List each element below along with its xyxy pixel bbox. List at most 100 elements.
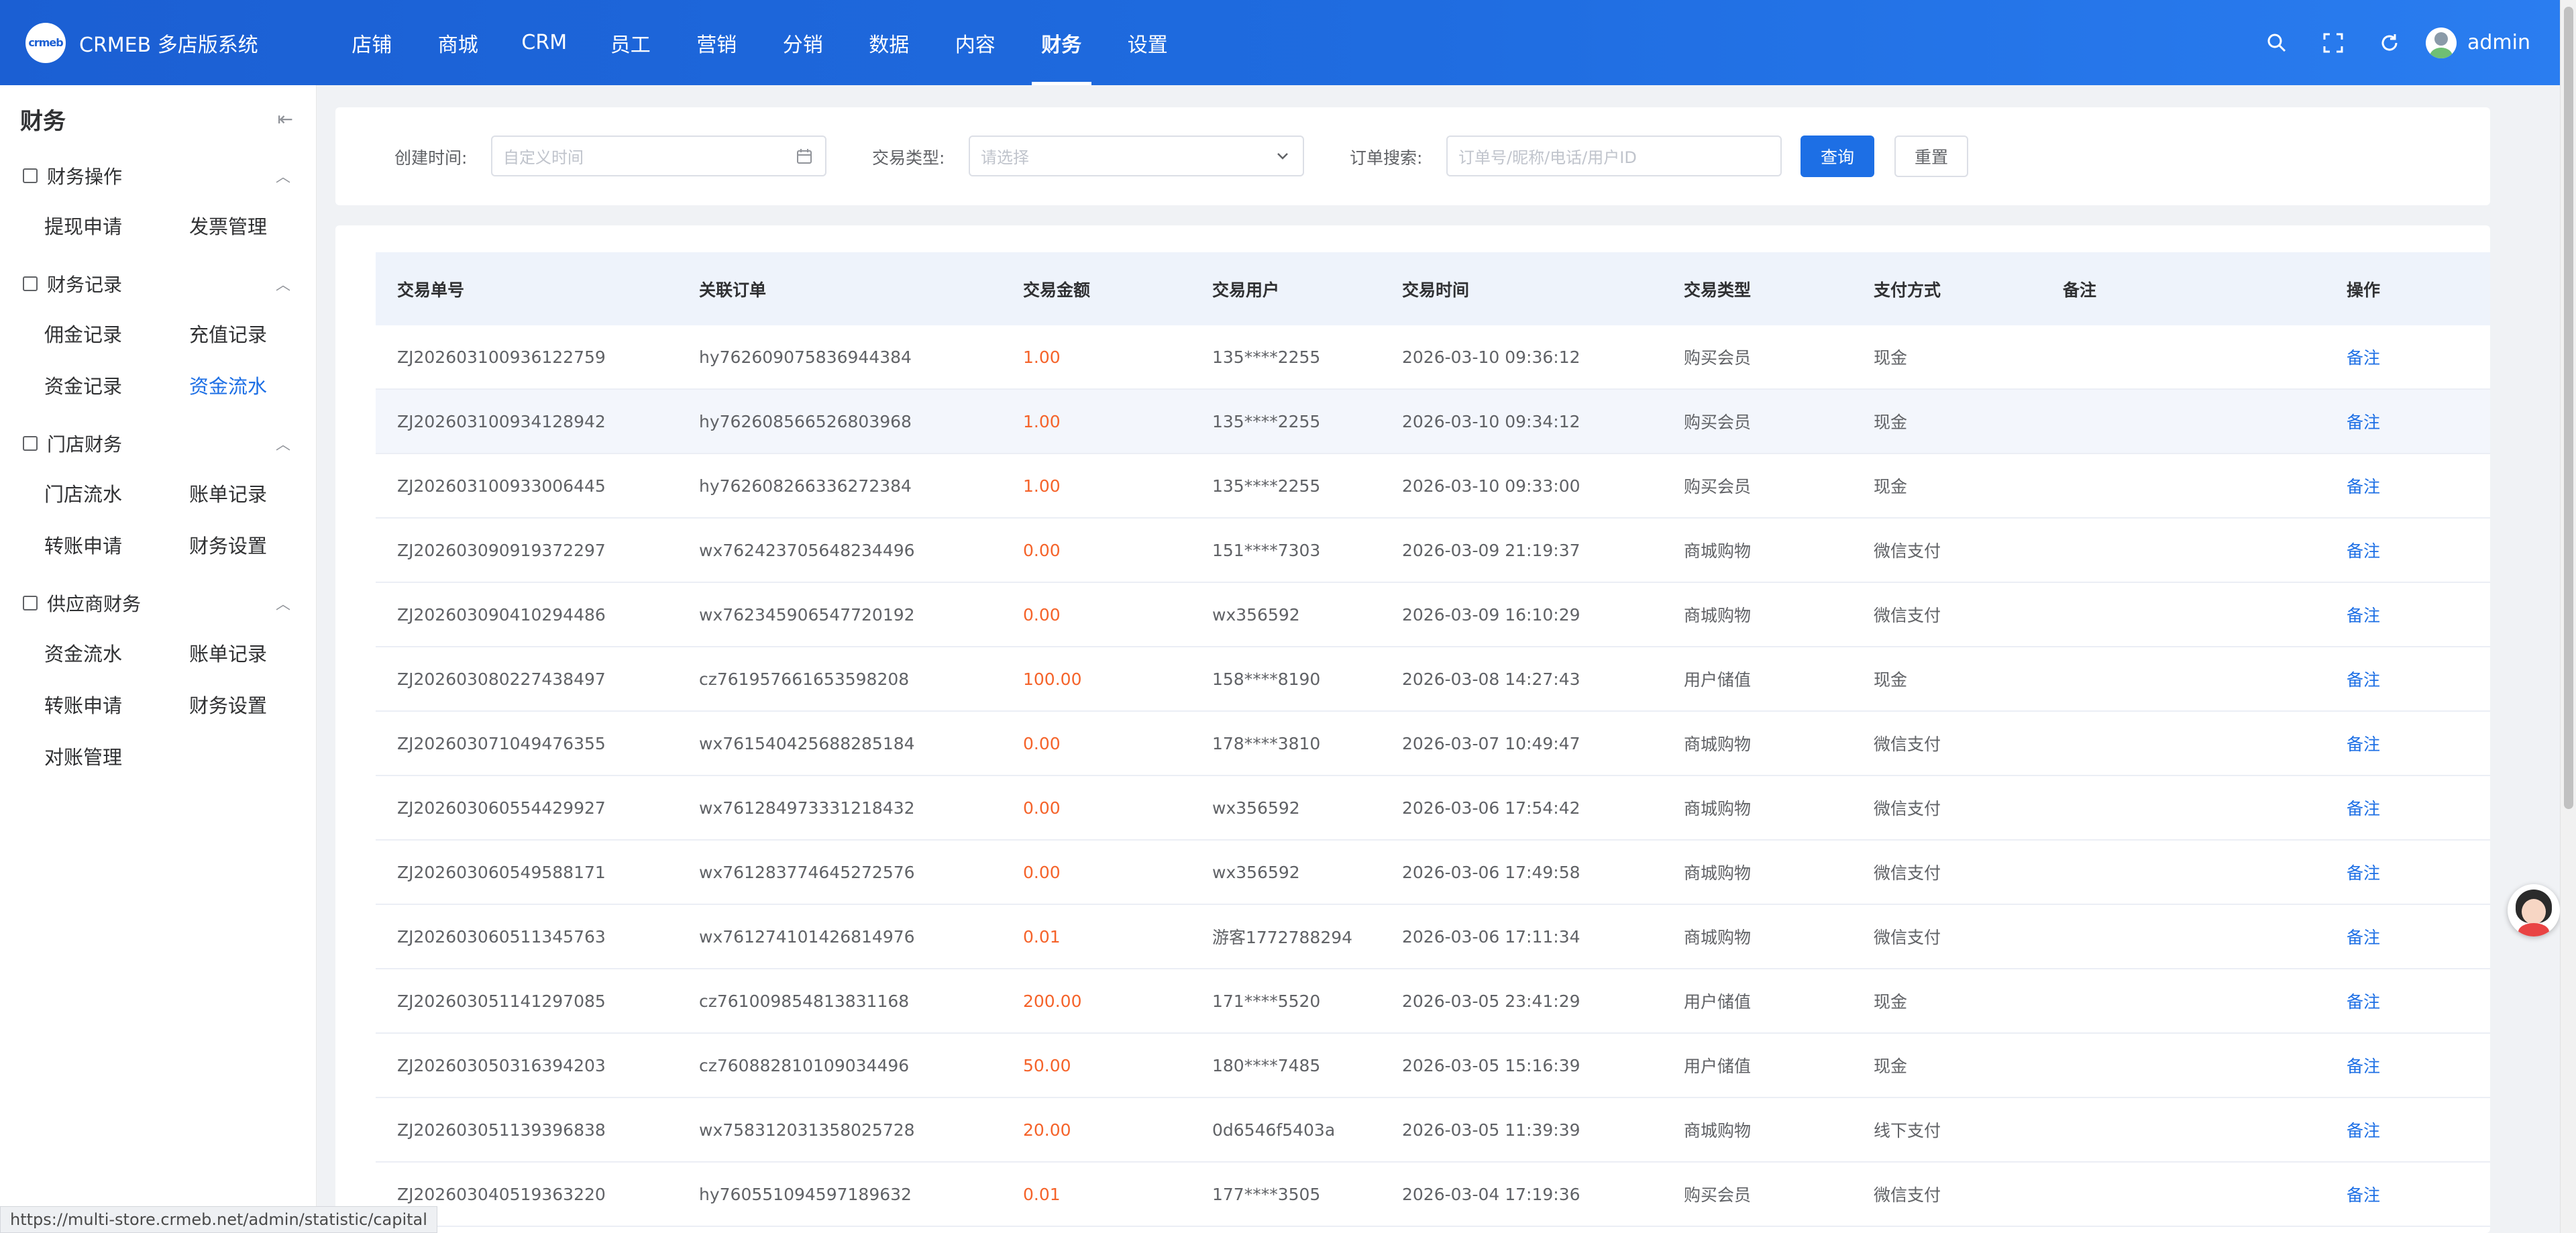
reset-button[interactable]: 重置 xyxy=(1894,136,1968,177)
table-cell: 微信支付 xyxy=(1874,863,1941,883)
remark-link[interactable]: 备注 xyxy=(2347,1121,2380,1140)
top-header: crmeb CRMEB 多店版系统 店铺 商城 CRM 员工 营销 分销 数据 内容 财务 设置 … xyxy=(0,0,2560,85)
action-cell: 备注 xyxy=(2225,667,2442,691)
nav-item-5[interactable]: 分销 xyxy=(760,0,847,85)
table-cell: 现金 xyxy=(1874,348,1908,368)
remark-link[interactable]: 备注 xyxy=(2347,1057,2380,1076)
remark-link[interactable]: 备注 xyxy=(2347,606,2380,625)
calendar-icon xyxy=(796,148,813,169)
table-cell: cz761957661653598208 xyxy=(699,669,910,689)
sidebar-item[interactable]: 门店流水 xyxy=(44,467,189,519)
table-cell: 商城购物 xyxy=(1684,606,1752,625)
column-header: 关联订单 xyxy=(699,280,767,300)
nav-item-2[interactable]: CRM xyxy=(501,0,588,85)
sidebar-item[interactable]: 账单记录 xyxy=(189,467,334,519)
order-search-input[interactable]: 订单号/昵称/电话/用户ID xyxy=(1446,136,1782,176)
sidebar-group-header[interactable]: 供应商财务 ︿ xyxy=(0,580,316,627)
type-label: 交易类型: xyxy=(872,148,945,168)
table-cell: 2026-03-06 17:54:42 xyxy=(1402,798,1580,818)
sidebar-item[interactable]: 账单记录 xyxy=(189,627,334,678)
user-menu[interactable]: admin xyxy=(2426,27,2530,58)
action-cell: 备注 xyxy=(2225,1053,2442,1077)
sidebar-group-header[interactable]: 财务操作 ︿ xyxy=(0,152,316,199)
sidebar-item[interactable]: 佣金记录 xyxy=(44,307,189,359)
sidebar-item[interactable]: 财务设置 xyxy=(189,678,334,730)
remark-link[interactable]: 备注 xyxy=(2347,477,2380,496)
nav-item-1[interactable]: 商城 xyxy=(415,0,502,85)
customer-service-avatar[interactable] xyxy=(2508,884,2560,936)
sidebar-item[interactable]: 对账管理 xyxy=(44,730,189,782)
remark-link[interactable]: 备注 xyxy=(2347,735,2380,754)
page-scrollbar[interactable] xyxy=(2560,0,2576,1233)
nav-item-0[interactable]: 店铺 xyxy=(329,0,415,85)
action-cell: 备注 xyxy=(2225,602,2442,627)
column-header: 交易单号 xyxy=(397,280,465,300)
nav-item-7[interactable]: 内容 xyxy=(932,0,1019,85)
sidebar-item[interactable]: 转账申请 xyxy=(44,519,189,570)
table-row: ZJ202603051141297085 cz761009854813831168… xyxy=(376,969,2490,1034)
scrollbar-thumb[interactable] xyxy=(2564,7,2573,809)
table-cell: 商城购物 xyxy=(1684,735,1752,754)
remark-link[interactable]: 备注 xyxy=(2347,863,2380,883)
nav-item-8[interactable]: 财务 xyxy=(1018,0,1105,85)
top-nav: 店铺 商城 CRM 员工 营销 分销 数据 内容 财务 设置 xyxy=(329,0,1191,85)
sidebar-item[interactable]: 发票管理 xyxy=(189,199,334,251)
avatar xyxy=(2426,27,2457,58)
card-icon xyxy=(23,596,38,610)
refresh-icon[interactable] xyxy=(2361,0,2418,85)
table-cell: 用户储值 xyxy=(1684,670,1752,690)
sidebar-item[interactable]: 资金记录 xyxy=(44,359,189,411)
sidebar-group-header[interactable]: 财务记录 ︿ xyxy=(0,260,316,307)
logo[interactable]: crmeb CRMEB 多店版系统 xyxy=(0,22,329,63)
chevron-up-icon: ︿ xyxy=(275,169,290,186)
table-cell: ZJ202603060554429927 xyxy=(397,798,606,818)
sidebar-item[interactable]: 提现申请 xyxy=(44,199,189,251)
table-cell: 现金 xyxy=(1874,477,1908,496)
table-row: ZJ202603100936122759 hy762609075836944384… xyxy=(376,325,2490,390)
table-header: 交易单号 关联订单 交易金额 交易用户 交易时间 交易类型 支付方式 备注 操作 xyxy=(376,252,2490,325)
sidebar-item[interactable]: 资金流水 xyxy=(189,359,334,411)
table-cell: ZJ202603080227438497 xyxy=(397,669,606,689)
nav-item-3[interactable]: 员工 xyxy=(588,0,674,85)
remark-link[interactable]: 备注 xyxy=(2347,541,2380,561)
created-time-picker[interactable]: 自定义时间 xyxy=(491,136,826,176)
collapse-sidebar-icon[interactable]: ⇤ xyxy=(278,108,293,130)
table-row: ZJ202603060554429927 wx761284973331218432… xyxy=(376,776,2490,841)
table-cell: 135****2255 xyxy=(1212,347,1321,367)
table-cell: 2026-03-10 09:33:00 xyxy=(1402,476,1580,496)
remark-link[interactable]: 备注 xyxy=(2347,992,2380,1012)
table-cell: 游客1772788294 xyxy=(1212,928,1353,947)
table-cell: ZJ202603100934128942 xyxy=(397,411,606,431)
type-select[interactable]: 请选择 xyxy=(969,136,1304,176)
remark-link[interactable]: 备注 xyxy=(2347,413,2380,432)
search-icon[interactable] xyxy=(2249,0,2305,85)
remark-link[interactable]: 备注 xyxy=(2347,348,2380,368)
nav-item-4[interactable]: 营销 xyxy=(674,0,760,85)
remark-link[interactable]: 备注 xyxy=(2347,799,2380,818)
table-row: ZJ202603100934128942 hy762608566526803968… xyxy=(376,390,2490,454)
action-cell: 备注 xyxy=(2225,474,2442,498)
table-cell: 现金 xyxy=(1874,670,1908,690)
column-header: 支付方式 xyxy=(1874,280,1941,300)
action-cell: 备注 xyxy=(2225,796,2442,820)
remark-link[interactable]: 备注 xyxy=(2347,670,2380,690)
table-cell: 购买会员 xyxy=(1684,1185,1752,1205)
group-header-left: 门店财务 xyxy=(23,430,122,457)
sidebar-item[interactable]: 转账申请 xyxy=(44,678,189,730)
sidebar-item[interactable]: 财务设置 xyxy=(189,519,334,570)
created-time-label: 创建时间: xyxy=(394,148,468,168)
remark-link[interactable]: 备注 xyxy=(2347,928,2380,947)
nav-item-9[interactable]: 设置 xyxy=(1105,0,1191,85)
query-button[interactable]: 查询 xyxy=(1801,136,1874,177)
fullscreen-icon[interactable] xyxy=(2305,0,2361,85)
sidebar-item[interactable]: 充值记录 xyxy=(189,307,334,359)
table-cell: 2026-03-05 15:16:39 xyxy=(1402,1055,1580,1075)
action-cell: 备注 xyxy=(2225,538,2442,562)
sidebar-item[interactable]: 资金流水 xyxy=(44,627,189,678)
chevron-up-icon: ︿ xyxy=(275,277,290,294)
remark-link[interactable]: 备注 xyxy=(2347,1185,2380,1205)
filter-card: 创建时间: 自定义时间 交易类型: 请选择 订单搜索: 订单号/昵称/电话/用户… xyxy=(335,107,2490,205)
sidebar-group-header[interactable]: 门店财务 ︿ xyxy=(0,420,316,467)
table-cell: 微信支付 xyxy=(1874,1185,1941,1205)
nav-item-6[interactable]: 数据 xyxy=(846,0,932,85)
